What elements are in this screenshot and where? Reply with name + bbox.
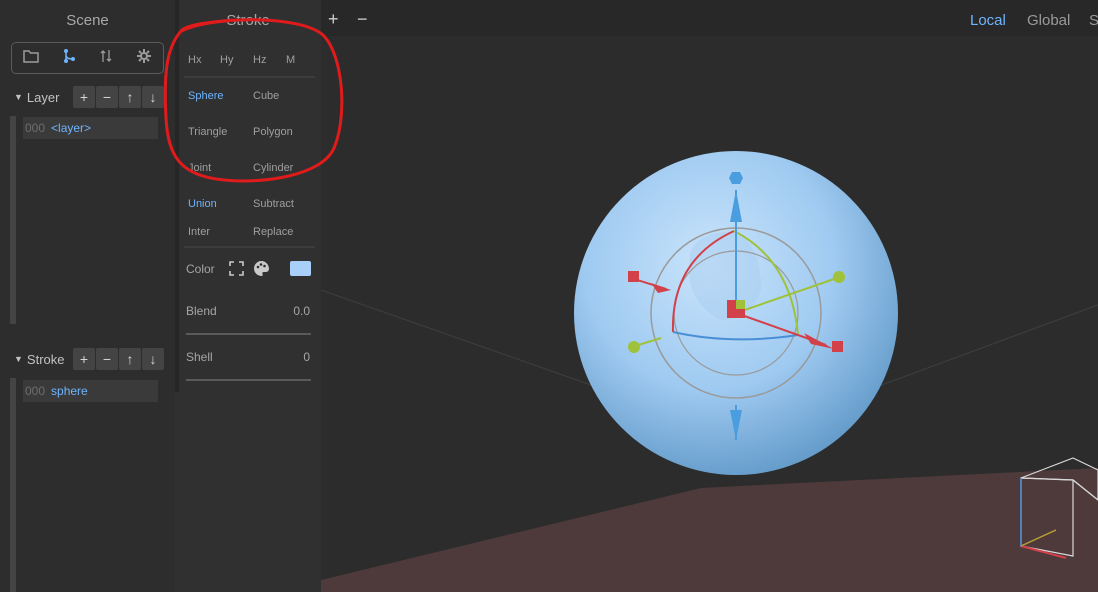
remove-stroke-button[interactable]: −: [96, 348, 118, 370]
op-replace[interactable]: Replace: [253, 226, 293, 238]
viewport-add-button[interactable]: +: [328, 9, 339, 30]
move-layer-up-button[interactable]: ↑: [119, 86, 141, 108]
layer-section-label: Layer: [26, 89, 60, 105]
gizmo-handle-x: [832, 341, 843, 352]
tab-hz[interactable]: Hz: [253, 54, 266, 66]
blend-label: Blend: [186, 304, 217, 318]
viewport-scene: [321, 151, 1098, 592]
gizmo-handle-z: [833, 271, 845, 283]
op-union[interactable]: Union: [188, 198, 217, 210]
panel-divider: [175, 0, 179, 392]
mode-screen[interactable]: S: [1089, 12, 1098, 29]
divider: [184, 76, 315, 78]
palette-icon[interactable]: [253, 260, 270, 282]
grid-line: [321, 289, 592, 386]
op-subtract[interactable]: Subtract: [253, 198, 294, 210]
list-item[interactable]: 000 <layer>: [23, 117, 158, 139]
blend-value[interactable]: 0.0: [293, 304, 310, 318]
move-stroke-up-button[interactable]: ↑: [119, 348, 141, 370]
remove-layer-button[interactable]: −: [96, 86, 118, 108]
divider: [184, 246, 315, 248]
shape-cube[interactable]: Cube: [253, 90, 279, 102]
stroke-list-scrollbar[interactable]: [10, 378, 16, 592]
collapse-triangle-icon[interactable]: ▼: [14, 354, 23, 364]
shape-polygon[interactable]: Polygon: [253, 126, 293, 138]
list-item-name: <layer>: [51, 121, 92, 135]
scene-toolbar: [11, 42, 164, 74]
shape-joint[interactable]: Joint: [188, 162, 211, 174]
layer-list-scrollbar[interactable]: [10, 116, 16, 324]
list-item[interactable]: 000 sphere: [23, 380, 158, 402]
move-stroke-down-button[interactable]: ↓: [142, 348, 164, 370]
shape-sphere[interactable]: Sphere: [188, 90, 223, 102]
list-item-name: sphere: [51, 384, 88, 398]
mode-global[interactable]: Global: [1027, 12, 1070, 29]
tab-hy[interactable]: Hy: [220, 54, 233, 66]
color-swatch[interactable]: [290, 261, 311, 276]
stroke-title: Stroke: [226, 12, 270, 29]
stroke-panel: Stroke Hx Hy Hz M Sphere Cube Triangle P…: [175, 0, 321, 592]
add-layer-button[interactable]: +: [73, 86, 95, 108]
color-label: Color: [186, 262, 215, 276]
gizmo-handle-z-neg: [628, 341, 640, 353]
gizmo-center-cube-face: [736, 300, 745, 309]
blend-slider[interactable]: [186, 333, 311, 335]
viewport-remove-button[interactable]: −: [357, 9, 368, 30]
eyedropper-frame-icon[interactable]: [229, 261, 244, 281]
mode-local[interactable]: Local: [970, 12, 1006, 29]
shell-value[interactable]: 0: [303, 350, 310, 364]
layer-section-header[interactable]: ▼ Layer: [14, 86, 59, 108]
ground-plane: [321, 468, 1098, 592]
3d-viewport[interactable]: + − Local Global S: [321, 0, 1098, 592]
list-item-index: 000: [25, 121, 46, 135]
folder-icon[interactable]: [20, 49, 42, 67]
hierarchy-icon[interactable]: [58, 48, 80, 68]
op-inter[interactable]: Inter: [188, 226, 210, 238]
shell-label: Shell: [186, 350, 213, 364]
shell-slider[interactable]: [186, 379, 311, 381]
tab-hx[interactable]: Hx: [188, 54, 201, 66]
layer-list-buttons: + − ↑ ↓: [73, 86, 165, 108]
move-layer-down-button[interactable]: ↓: [142, 86, 164, 108]
scene-panel: Scene ▼ Layer + − ↑ ↓ 000 <layer> ▼ Stro…: [0, 0, 175, 592]
list-item-index: 000: [25, 384, 46, 398]
shape-cylinder[interactable]: Cylinder: [253, 162, 293, 174]
scene-title: Scene: [66, 12, 109, 29]
gear-icon[interactable]: [133, 48, 155, 68]
gizmo-handle-x-neg: [628, 271, 639, 282]
sort-icon[interactable]: [95, 48, 117, 68]
shape-triangle[interactable]: Triangle: [188, 126, 227, 138]
stroke-section-header[interactable]: ▼ Stroke: [14, 348, 65, 370]
collapse-triangle-icon[interactable]: ▼: [14, 92, 23, 102]
stroke-section-label: Stroke: [26, 351, 65, 367]
tab-m[interactable]: M: [286, 54, 295, 66]
add-stroke-button[interactable]: +: [73, 348, 95, 370]
stroke-list-buttons: + − ↑ ↓: [73, 348, 165, 370]
